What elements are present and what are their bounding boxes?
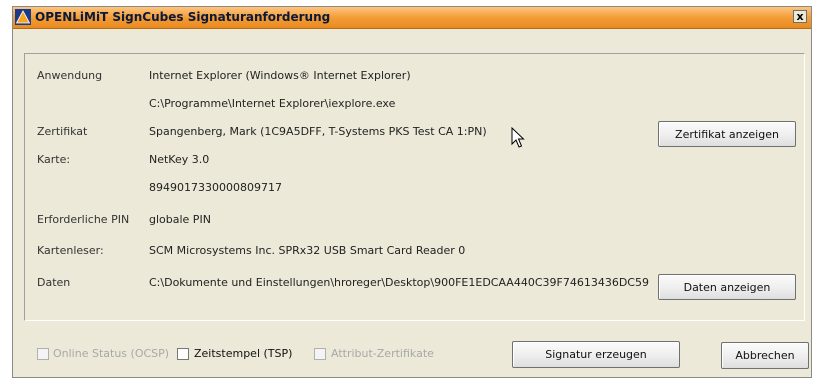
anwendung-path: C:\Programme\Internet Explorer\iexplore.… <box>149 97 396 110</box>
tsp-label: Zeitstempel (TSP) <box>194 347 293 360</box>
zertifikat-value: Spangenberg, Mark (1C9A5DFF, T-Systems P… <box>149 125 487 138</box>
title-bar[interactable]: OPENLiMiT SignCubes Signaturanforderung … <box>13 7 811 29</box>
close-button[interactable]: x <box>793 10 807 23</box>
daten-label: Daten <box>37 276 71 289</box>
zertifikat-label: Zertifikat <box>37 125 88 138</box>
attribut-label: Attribut-Zertifikate <box>331 347 434 360</box>
karte-value: NetKey 3.0 <box>149 153 210 166</box>
zertifikat-anzeigen-button[interactable]: Zertifikat anzeigen <box>658 121 796 147</box>
signatur-erzeugen-button[interactable]: Signatur erzeugen <box>512 341 680 368</box>
abbrechen-button[interactable]: Abbrechen <box>721 342 809 369</box>
daten-value: C:\Dokumente und Einstellungen\hroreger\… <box>149 276 649 289</box>
kartenleser-label: Kartenleser: <box>37 244 104 257</box>
karte-label: Karte: <box>37 153 71 166</box>
kartenleser-value: SCM Microsystems Inc. SPRx32 USB Smart C… <box>149 244 466 257</box>
warning-triangle-icon <box>15 9 31 25</box>
anwendung-label: Anwendung <box>37 69 103 82</box>
anwendung-value: Internet Explorer (Windows® Internet Exp… <box>149 69 411 82</box>
pin-value: globale PIN <box>149 213 211 226</box>
attribut-checkbox[interactable] <box>314 348 326 360</box>
pin-label: Erforderliche PIN <box>37 213 130 226</box>
karte-number: 8949017330000809717 <box>149 181 282 194</box>
ocsp-checkbox[interactable] <box>37 348 49 360</box>
signature-request-dialog: OPENLiMiT SignCubes Signaturanforderung … <box>12 6 812 378</box>
mouse-pointer-icon <box>511 127 525 148</box>
window-title: OPENLiMiT SignCubes Signaturanforderung <box>35 10 331 24</box>
tsp-checkbox[interactable] <box>177 348 189 360</box>
daten-anzeigen-button[interactable]: Daten anzeigen <box>658 274 796 300</box>
ocsp-label: Online Status (OCSP) <box>53 347 170 360</box>
